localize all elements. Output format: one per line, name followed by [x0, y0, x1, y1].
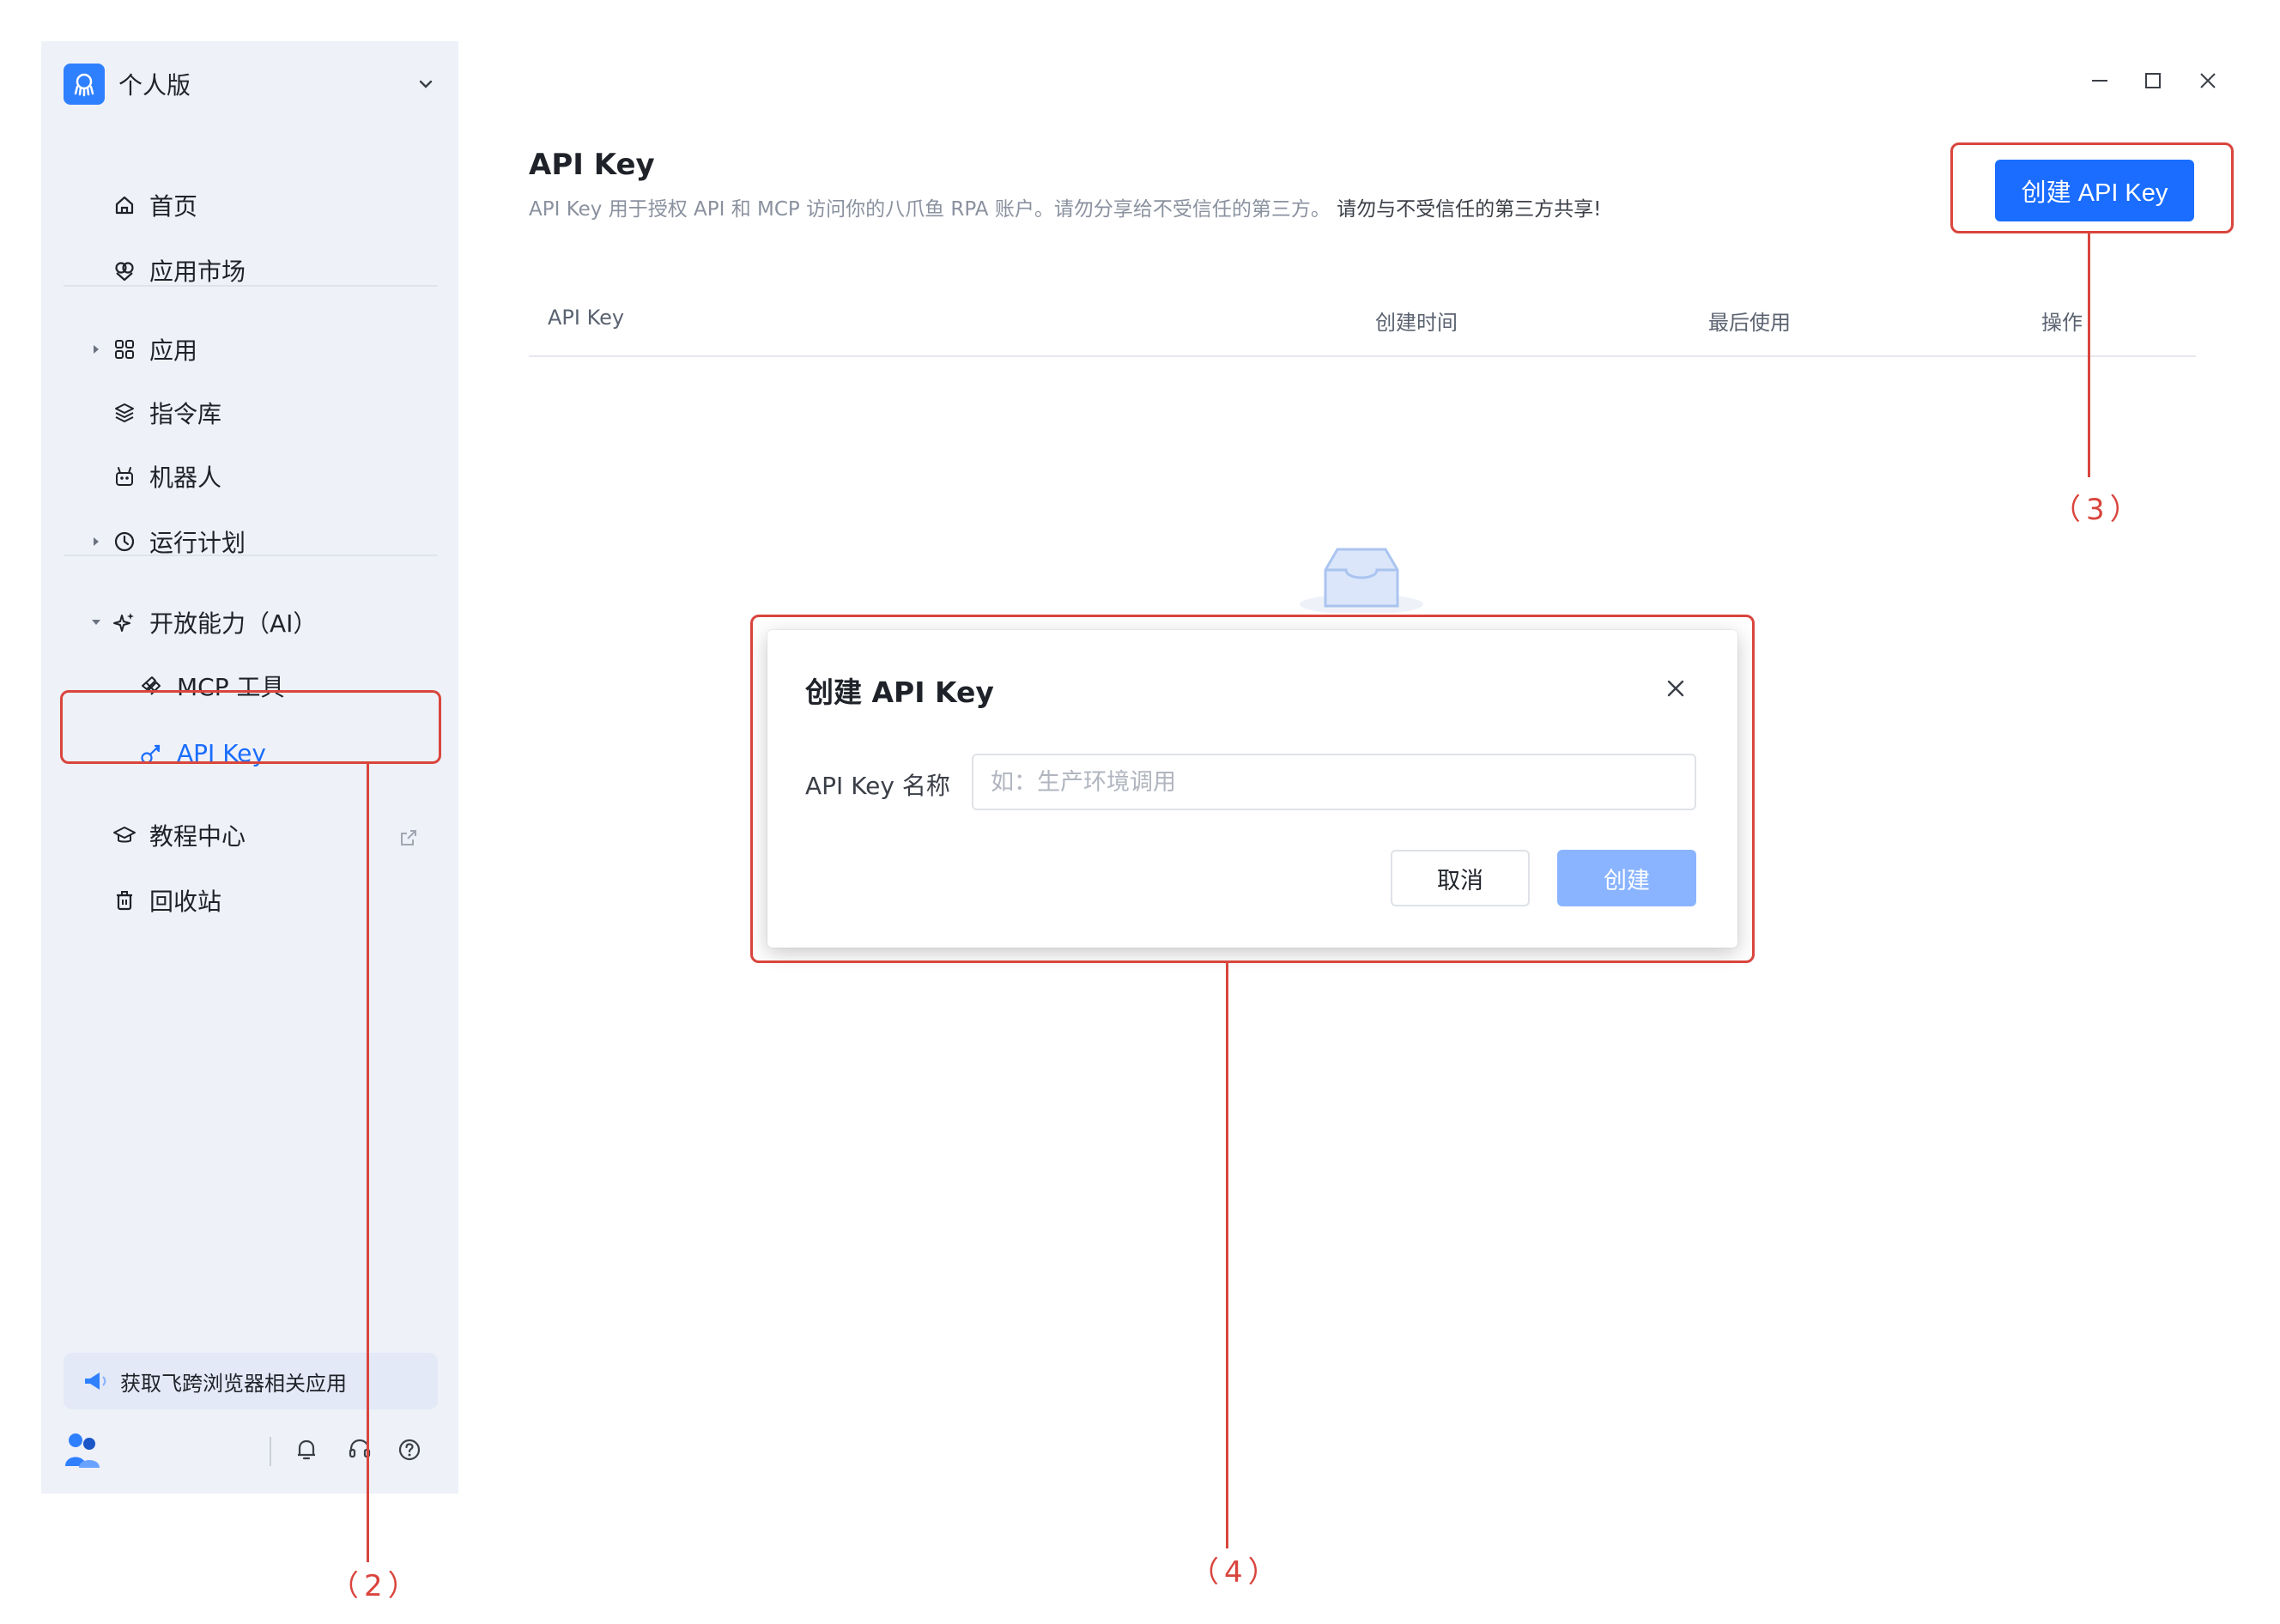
- sidebar-item-home[interactable]: 首页: [64, 179, 438, 232]
- chevron-down-icon[interactable]: [414, 72, 438, 96]
- sidebar-item-label: 回收站: [149, 888, 222, 916]
- sidebar-item-schedule[interactable]: 运行计划: [64, 515, 438, 568]
- sidebar-item-tutorials[interactable]: 教程中心: [64, 809, 438, 862]
- trash-icon: [110, 886, 139, 915]
- highlight-box-dialog: [750, 615, 1755, 963]
- headset-icon[interactable]: [343, 1433, 376, 1466]
- sidebar-item-label: 应用市场: [149, 258, 246, 286]
- highlight-box-create-button: [1950, 142, 2234, 233]
- sidebar-footer: [60, 1425, 438, 1473]
- sidebar-item-apps[interactable]: 应用: [64, 323, 438, 376]
- layers-icon: [110, 398, 139, 427]
- promo-banner[interactable]: 获取飞跨浏览器相关应用: [64, 1353, 438, 1409]
- close-window-icon[interactable]: [2192, 65, 2223, 96]
- octopus-logo-icon: [64, 64, 105, 105]
- market-icon: [110, 256, 139, 285]
- robot-icon: [110, 462, 139, 491]
- table-header-divider: [529, 355, 2196, 357]
- home-icon: [110, 191, 139, 220]
- graduation-cap-icon: [110, 821, 139, 850]
- workspace-switcher[interactable]: 个人版: [64, 64, 438, 105]
- sidebar: 个人版 首页 应用市场 应用 指令库 机器人 运行计划 开放能力（AI） MCP…: [41, 41, 458, 1494]
- sidebar-item-label: 教程中心: [149, 822, 246, 851]
- divider: [270, 1437, 271, 1466]
- empty-inbox-icon: [1300, 544, 1423, 615]
- sidebar-item-label: 运行计划: [149, 529, 246, 557]
- caret-right-icon[interactable]: [88, 533, 105, 550]
- warning-text: 请勿与不受信任的第三方共享!: [1337, 198, 1602, 221]
- megaphone-icon: [82, 1366, 112, 1396]
- divider: [64, 554, 438, 556]
- divider: [64, 285, 438, 287]
- sidebar-item-robot[interactable]: 机器人: [64, 450, 438, 503]
- bell-icon[interactable]: [290, 1433, 323, 1466]
- table-header-actions: 操作: [2041, 311, 2083, 335]
- sidebar-item-trash[interactable]: 回收站: [64, 874, 438, 927]
- avatar[interactable]: [60, 1428, 105, 1473]
- clock-icon: [110, 527, 139, 556]
- table-header-last-used: 最后使用: [1708, 311, 1791, 335]
- annotation-leader-line: [2088, 233, 2090, 477]
- sidebar-item-label: 首页: [149, 192, 198, 221]
- table-header-api-key: API Key: [548, 306, 625, 330]
- apps-grid-icon: [110, 335, 139, 364]
- sidebar-item-label: 指令库: [149, 400, 222, 428]
- sidebar-item-open-ai[interactable]: 开放能力（AI）: [64, 596, 438, 649]
- annotation-label-4: （4）: [1190, 1555, 1282, 1590]
- sidebar-item-label: 机器人: [149, 464, 222, 492]
- table-header-created-at: 创建时间: [1375, 311, 1458, 335]
- external-link-icon[interactable]: [398, 826, 419, 846]
- sidebar-item-label: 应用: [149, 336, 198, 365]
- sidebar-item-market[interactable]: 应用市场: [64, 244, 438, 297]
- annotation-leader-line: [1226, 963, 1228, 1548]
- annotation-leader-line: [367, 764, 369, 1562]
- page-description: API Key 用于授权 API 和 MCP 访问你的八爪鱼 RPA 账户。请勿…: [529, 192, 1601, 221]
- sparkle-icon: [110, 608, 139, 637]
- sidebar-item-commands[interactable]: 指令库: [64, 386, 438, 439]
- sidebar-item-label: 开放能力（AI）: [149, 609, 318, 638]
- annotation-label-3: （3）: [2052, 493, 2144, 527]
- maximize-icon[interactable]: [2138, 65, 2168, 96]
- page-title: API Key: [529, 148, 655, 182]
- caret-down-icon[interactable]: [88, 614, 105, 631]
- highlight-box-api-key-nav: [60, 690, 441, 764]
- description-text: API Key 用于授权 API 和 MCP 访问你的八爪鱼 RPA 账户。请勿…: [529, 198, 1331, 221]
- caret-right-icon[interactable]: [88, 341, 105, 358]
- annotation-label-2: （2）: [330, 1569, 422, 1603]
- workspace-name: 个人版: [118, 71, 191, 100]
- promo-text: 获取飞跨浏览器相关应用: [120, 1371, 347, 1396]
- help-icon[interactable]: [393, 1433, 426, 1466]
- minimize-icon[interactable]: [2084, 65, 2115, 96]
